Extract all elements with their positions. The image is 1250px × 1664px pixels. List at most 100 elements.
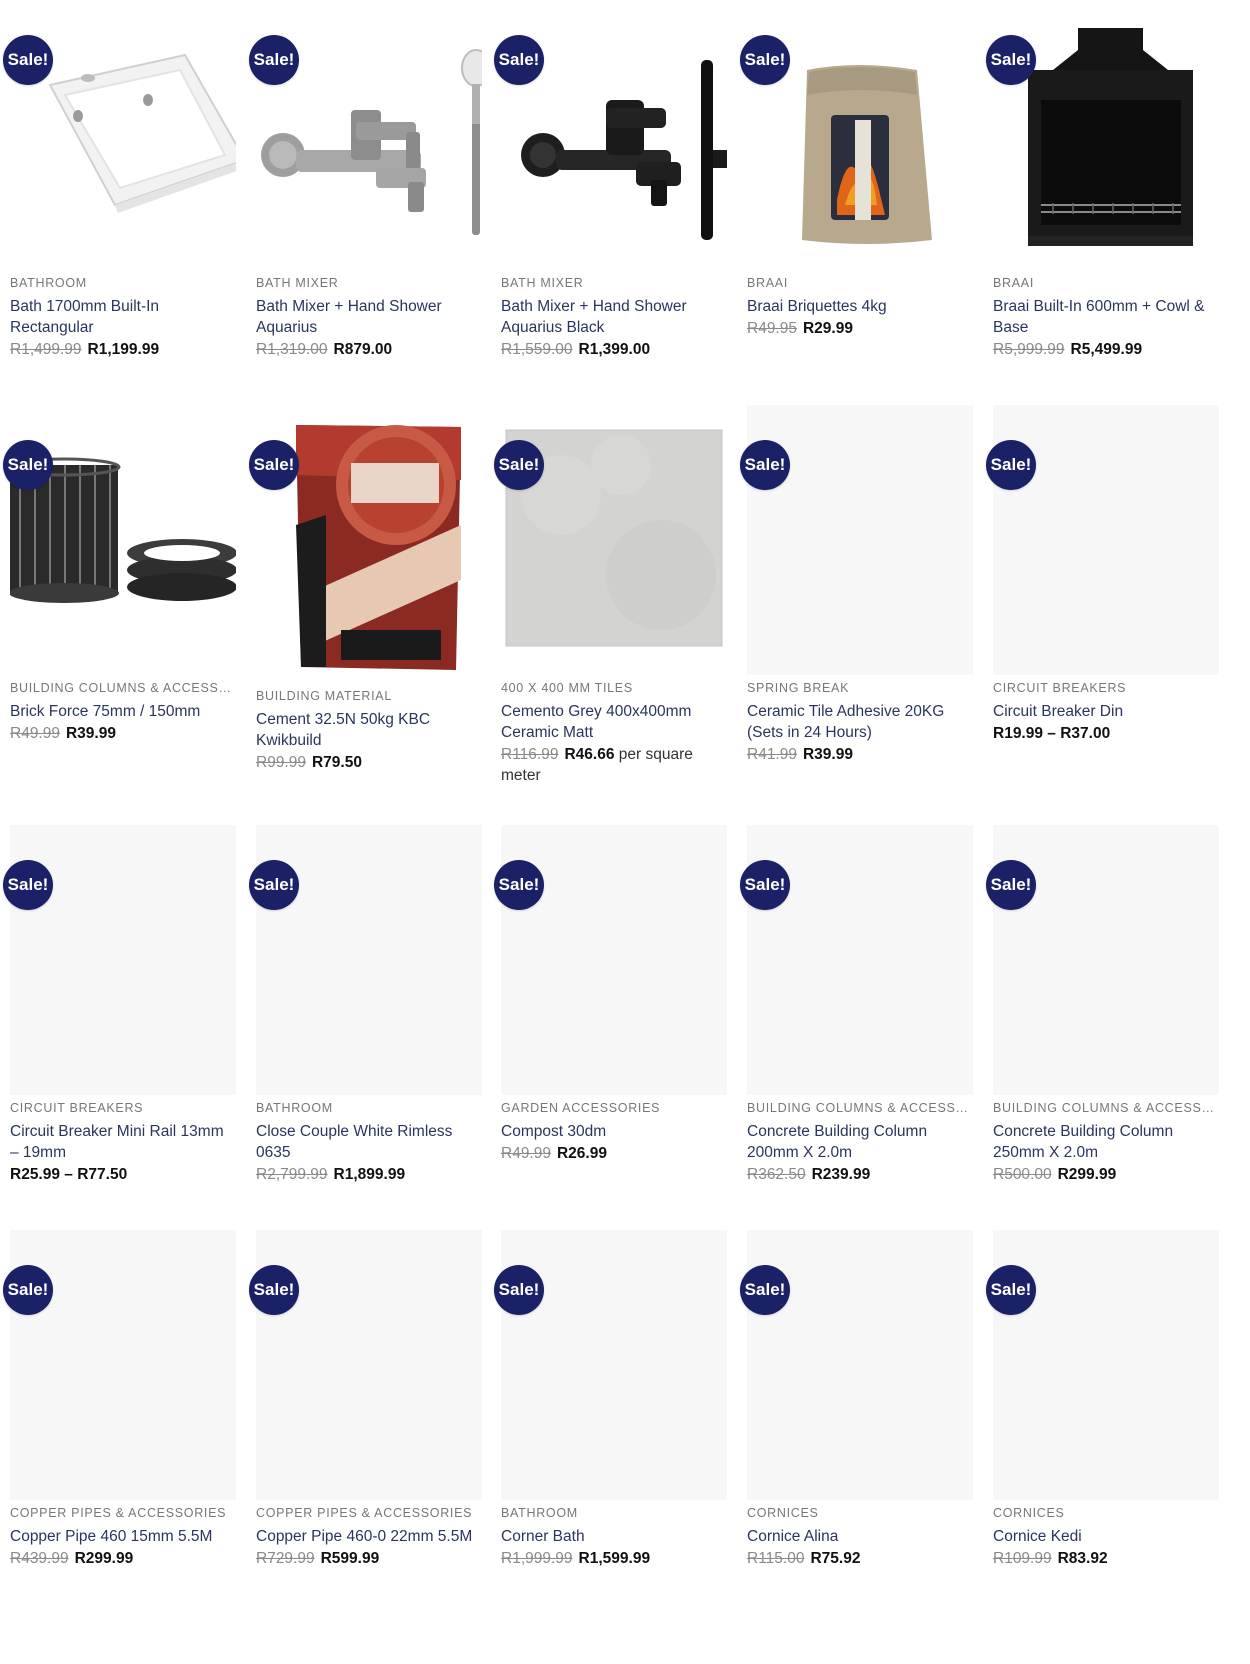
product-title-link[interactable]: Ceramic Tile Adhesive 20KG (Sets in 24 H… (747, 701, 973, 743)
original-price: R116.99 (501, 746, 559, 763)
product-price: R49.95 R29.99 (747, 318, 973, 339)
original-price: R1,499.99 (10, 341, 82, 358)
product-title-link[interactable]: Bath Mixer + Hand Shower Aquarius Black (501, 296, 727, 338)
sale-price: R79.50 (311, 754, 362, 771)
product-info: GARDEN ACCESSORIES Compost 30dm R49.99 R26.… (501, 1100, 727, 1164)
original-price: R2,799.99 (256, 1166, 328, 1183)
sale-price: R299.99 (74, 1550, 134, 1567)
product-info: BUILDING MATERIAL Cement 32.5N 50kg KBC K… (256, 688, 482, 773)
product-title-link[interactable]: Close Couple White Rimless 0635 (256, 1121, 482, 1163)
original-price: R1,559.00 (501, 341, 573, 358)
original-price: R1,319.00 (256, 341, 328, 358)
product-category[interactable]: BRAAI (747, 275, 973, 291)
product-info: BATH MIXER Bath Mixer + Hand Shower Aquar… (501, 275, 727, 360)
product-category[interactable]: BATHROOM (501, 1505, 727, 1521)
sale-badge: Sale! (986, 440, 1036, 490)
product-price: R19.99 – R37.00 (993, 723, 1219, 744)
sale-price: R25.99 – R77.50 (10, 1166, 128, 1183)
product-category[interactable]: SPRING BREAK (747, 680, 973, 696)
product-category[interactable]: CORNICES (747, 1505, 973, 1521)
product-title-link[interactable]: Cornice Alina (747, 1526, 973, 1547)
original-price: R500.00 (993, 1166, 1052, 1183)
sale-badge: Sale! (740, 1265, 790, 1315)
product-title-link[interactable]: Compost 30dm (501, 1121, 727, 1142)
sale-price: R46.66 (564, 746, 615, 763)
original-price: R41.99 (747, 746, 797, 763)
sale-badge: Sale! (494, 35, 544, 85)
product-title-link[interactable]: Copper Pipe 460 15mm 5.5M (10, 1526, 236, 1547)
product-price: R115.00 R75.92 (747, 1548, 973, 1569)
original-price: R5,999.99 (993, 341, 1065, 358)
product-category[interactable]: BUILDING MATERIAL (256, 688, 482, 704)
original-price: R49.99 (501, 1145, 551, 1162)
original-price: R1,999.99 (501, 1550, 573, 1567)
product-category[interactable]: CIRCUIT BREAKERS (10, 1100, 236, 1116)
product-title-link[interactable]: Braai Briquettes 4kg (747, 296, 973, 317)
sale-price: R1,399.00 (578, 341, 651, 358)
sale-badge: Sale! (494, 440, 544, 490)
product-title-link[interactable]: Concrete Building Column 250mm X 2.0m (993, 1121, 1219, 1163)
original-price: R362.50 (747, 1166, 806, 1183)
product-price: R1,559.00 R1,399.00 (501, 339, 727, 360)
product-price: R500.00 R299.99 (993, 1164, 1219, 1185)
product-title-link[interactable]: Concrete Building Column 200mm X 2.0m (747, 1121, 973, 1163)
product-price: R362.50 R239.99 (747, 1164, 973, 1185)
sale-price: R239.99 (811, 1166, 871, 1183)
product-category[interactable]: BUILDING COLUMNS & ACCESSORIES (993, 1100, 1219, 1116)
product-price: R99.99 R79.50 (256, 752, 482, 773)
sale-price: R39.99 (65, 725, 116, 742)
product-price: R439.99 R299.99 (10, 1548, 236, 1569)
product-title-link[interactable]: Bath Mixer + Hand Shower Aquarius (256, 296, 482, 338)
sale-badge: Sale! (249, 1265, 299, 1315)
product-category[interactable]: COPPER PIPES & ACCESSORIES (10, 1505, 236, 1521)
product-title-link[interactable]: Cement 32.5N 50kg KBC Kwikbuild (256, 709, 482, 751)
sale-badge: Sale! (249, 860, 299, 910)
product-category[interactable]: CIRCUIT BREAKERS (993, 680, 1219, 696)
product-title-link[interactable]: Corner Bath (501, 1526, 727, 1547)
product-category[interactable]: BUILDING COLUMNS & ACCESSORIES (10, 680, 236, 696)
original-price: R99.99 (256, 754, 306, 771)
sale-price: R75.92 (810, 1550, 861, 1567)
product-info: BUILDING COLUMNS & ACCESSORIES Concrete B… (993, 1100, 1219, 1185)
sale-badge: Sale! (3, 440, 53, 490)
sale-badge: Sale! (3, 35, 53, 85)
sale-price: R1,199.99 (87, 341, 160, 358)
sale-badge: Sale! (494, 1265, 544, 1315)
sale-price: R599.99 (320, 1550, 380, 1567)
product-info: BRAAI Braai Built-In 600mm + Cowl & Base R… (993, 275, 1219, 360)
sale-price: R879.00 (333, 341, 393, 358)
product-info: CIRCUIT BREAKERS Circuit Breaker Mini Rai… (10, 1100, 236, 1185)
product-price: R1,319.00 R879.00 (256, 339, 482, 360)
product-category[interactable]: BATHROOM (256, 1100, 482, 1116)
product-title-link[interactable]: Copper Pipe 460-0 22mm 5.5M (256, 1526, 482, 1547)
product-title-link[interactable]: Cornice Kedi (993, 1526, 1219, 1547)
sale-price: R19.99 – R37.00 (993, 725, 1111, 742)
product-title-link[interactable]: Bath 1700mm Built-In Rectangular (10, 296, 236, 338)
product-title-link[interactable]: Cemento Grey 400x400mm Ceramic Matt (501, 701, 727, 743)
product-title-link[interactable]: Circuit Breaker Din (993, 701, 1219, 722)
product-category[interactable]: BATH MIXER (256, 275, 482, 291)
product-category[interactable]: GARDEN ACCESSORIES (501, 1100, 727, 1116)
product-price: R5,999.99 R5,499.99 (993, 339, 1219, 360)
sale-badge: Sale! (740, 860, 790, 910)
product-info: COPPER PIPES & ACCESSORIES Copper Pipe 46… (10, 1505, 236, 1569)
product-info: BUILDING COLUMNS & ACCESSORIES Brick Forc… (10, 680, 236, 744)
product-category[interactable]: BATH MIXER (501, 275, 727, 291)
product-title-link[interactable]: Brick Force 75mm / 150mm (10, 701, 236, 722)
original-price: R729.99 (256, 1550, 315, 1567)
product-title-link[interactable]: Circuit Breaker Mini Rail 13mm – 19mm (10, 1121, 236, 1163)
product-category[interactable]: BATHROOM (10, 275, 236, 291)
sale-badge: Sale! (740, 35, 790, 85)
sale-badge: Sale! (249, 35, 299, 85)
product-category[interactable]: CORNICES (993, 1505, 1219, 1521)
product-price: R109.99 R83.92 (993, 1548, 1219, 1569)
sale-badge: Sale! (3, 860, 53, 910)
product-category[interactable]: 400 X 400 MM TILES (501, 680, 727, 696)
product-category[interactable]: BRAAI (993, 275, 1219, 291)
product-title-link[interactable]: Braai Built-In 600mm + Cowl & Base (993, 296, 1219, 338)
product-category[interactable]: COPPER PIPES & ACCESSORIES (256, 1505, 482, 1521)
product-category[interactable]: BUILDING COLUMNS & ACCESSORIES (747, 1100, 973, 1116)
product-info: SPRING BREAK Ceramic Tile Adhesive 20KG (… (747, 680, 973, 765)
original-price: R115.00 (747, 1550, 805, 1567)
sale-badge: Sale! (3, 1265, 53, 1315)
